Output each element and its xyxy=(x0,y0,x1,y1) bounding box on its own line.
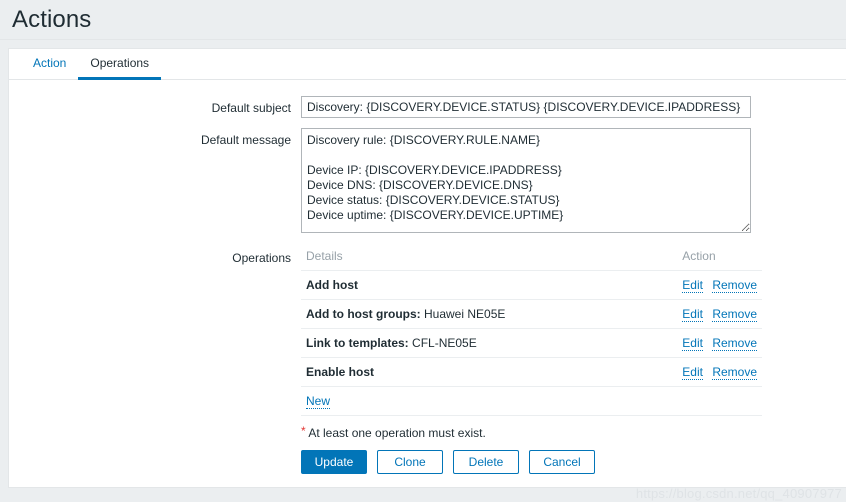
operation-details-cell: Enable host xyxy=(301,357,678,387)
operation-name: Enable host xyxy=(306,365,375,379)
default-message-textarea[interactable]: Discovery rule: {DISCOVERY.RULE.NAME} De… xyxy=(301,128,751,233)
operation-name: Link to templates: xyxy=(306,336,409,350)
tab-action[interactable]: Action xyxy=(21,56,78,80)
field-default-subject xyxy=(301,96,846,118)
required-asterisk: * xyxy=(301,424,306,438)
operation-details-cell: Link to templates: CFL-NE05E xyxy=(301,328,678,358)
label-default-message: Default message xyxy=(200,133,291,147)
form-buttons: Update Clone Delete Cancel xyxy=(301,450,762,474)
table-row: Add to host groups: Huawei NE05E Edit Re… xyxy=(301,299,762,329)
field-default-message: Discovery rule: {DISCOVERY.RULE.NAME} De… xyxy=(301,128,846,236)
content-panel: Action Operations Default subject Defaul… xyxy=(8,48,846,488)
watermark: https://blog.csdn.net/qq_40907977 xyxy=(635,486,842,501)
table-row: Add host Edit Remove xyxy=(301,270,762,300)
label-operations: Operations xyxy=(232,251,291,265)
edit-link[interactable]: Edit xyxy=(682,365,703,380)
edit-link[interactable]: Edit xyxy=(682,278,703,293)
row-operations: Operations Details Action Add host Edit … xyxy=(9,246,846,474)
operation-action-cell: Edit Remove xyxy=(677,328,762,358)
required-note-text: At least one operation must exist. xyxy=(308,426,486,440)
remove-link[interactable]: Remove xyxy=(712,336,757,351)
delete-button[interactable]: Delete xyxy=(453,450,519,474)
operation-details-cell: Add to host groups: Huawei NE05E xyxy=(301,299,678,329)
tab-bar: Action Operations xyxy=(9,49,846,80)
page-title: Actions xyxy=(12,5,92,33)
operation-action-cell: Edit Remove xyxy=(677,357,762,387)
required-note: * At least one operation must exist. xyxy=(301,424,762,440)
remove-link[interactable]: Remove xyxy=(712,278,757,293)
clone-button[interactable]: Clone xyxy=(377,450,443,474)
row-default-subject: Default subject xyxy=(9,96,846,118)
operations-table-head: Details Action xyxy=(301,246,762,271)
operation-value: Huawei NE05E xyxy=(424,307,506,321)
operation-details-cell: Add host xyxy=(301,270,678,300)
edit-link[interactable]: Edit xyxy=(682,336,703,351)
row-default-message: Default message Discovery rule: {DISCOVE… xyxy=(9,128,846,236)
column-header-details: Details xyxy=(301,246,678,271)
page-header: Actions xyxy=(0,0,846,40)
update-button[interactable]: Update xyxy=(301,450,367,474)
operations-table-wrap: Details Action Add host Edit Remove Add … xyxy=(301,246,762,474)
label-default-subject: Default subject xyxy=(211,101,291,115)
new-operation-cell: New xyxy=(301,386,762,416)
operation-action-cell: Edit Remove xyxy=(677,270,762,300)
operation-name: Add to host groups: xyxy=(306,307,421,321)
table-row: Link to templates: CFL-NE05E Edit Remove xyxy=(301,328,762,358)
remove-link[interactable]: Remove xyxy=(712,365,757,380)
operations-table: Details Action Add host Edit Remove Add … xyxy=(301,246,762,416)
remove-link[interactable]: Remove xyxy=(712,307,757,322)
cancel-button[interactable]: Cancel xyxy=(529,450,595,474)
column-header-action: Action xyxy=(677,246,762,271)
new-operation-link[interactable]: New xyxy=(306,394,331,409)
operation-action-cell: Edit Remove xyxy=(677,299,762,329)
tab-operations[interactable]: Operations xyxy=(78,56,162,80)
table-row: Enable host Edit Remove xyxy=(301,357,762,387)
operation-name: Add host xyxy=(306,278,358,292)
table-header-row: Details Action xyxy=(301,246,762,271)
field-operations: Details Action Add host Edit Remove Add … xyxy=(301,246,846,474)
default-subject-input[interactable] xyxy=(301,96,751,118)
edit-link[interactable]: Edit xyxy=(682,307,703,322)
table-row-new: New xyxy=(301,386,762,416)
operation-value: CFL-NE05E xyxy=(412,336,477,350)
action-form: Default subject Default message Discover… xyxy=(9,80,846,474)
operations-table-body: Add host Edit Remove Add to host groups:… xyxy=(301,270,762,416)
